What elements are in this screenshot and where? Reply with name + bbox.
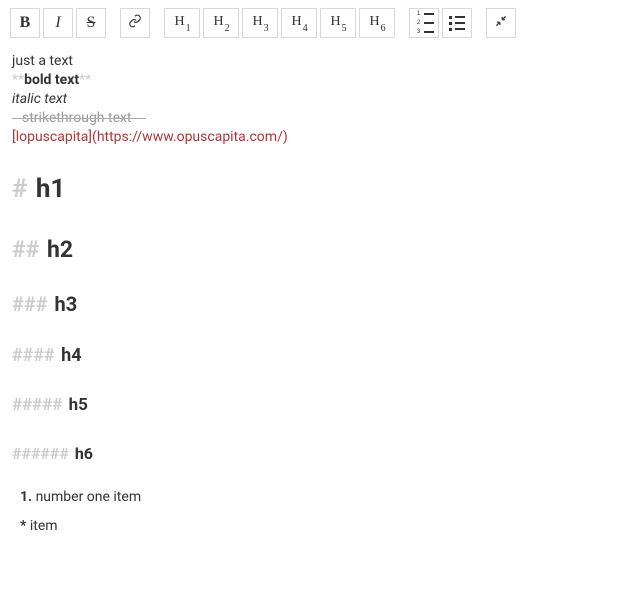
editor-area[interactable]: just a text **bold text** italic text st… — [0, 46, 640, 548]
text-line-italic: italic text — [12, 90, 628, 109]
bold-marker-close: ** — [79, 72, 91, 88]
toolbar-group-view — [486, 8, 516, 38]
toolbar-group-lists: 1 2 3 — [409, 8, 472, 38]
h1-button[interactable]: H1 — [164, 8, 200, 38]
h4-button[interactable]: H4 — [281, 8, 317, 38]
heading-5: ##### h5 — [12, 394, 628, 417]
ol-number: 1. — [20, 489, 32, 505]
toolbar: B I S H1 H2 H3 H4 H5 H6 1 2 3 — [0, 0, 640, 46]
unordered-list-item: * item — [20, 517, 628, 536]
h4-text: h4 — [57, 345, 82, 366]
ul-text: item — [26, 518, 57, 534]
unordered-list-button[interactable] — [442, 8, 472, 38]
h3-hash: ### — [12, 292, 48, 316]
h6-hash: ###### — [12, 444, 69, 463]
heading-1: # h1 — [12, 172, 628, 207]
h5-icon: H5 — [330, 14, 345, 32]
h4-hash: #### — [12, 345, 55, 366]
h6-button[interactable]: H6 — [359, 8, 395, 38]
bold-button[interactable]: B — [10, 8, 40, 38]
h1-icon: H1 — [174, 14, 189, 32]
text-line-link: [lopuscapita](https://www.opuscapita.com… — [12, 128, 628, 147]
bold-icon: B — [20, 14, 31, 32]
h3-button[interactable]: H3 — [242, 8, 278, 38]
italic-button[interactable]: I — [43, 8, 73, 38]
heading-4: #### h4 — [12, 344, 628, 368]
h2-hash: ## — [12, 236, 39, 263]
heading-2: ## h2 — [12, 234, 628, 265]
link-button[interactable] — [120, 8, 150, 38]
h4-icon: H4 — [291, 14, 306, 32]
ol-text: number one item — [32, 489, 141, 505]
text-line-plain: just a text — [12, 52, 628, 71]
bold-marker-open: ** — [12, 72, 24, 88]
h6-text: h6 — [71, 444, 93, 463]
toolbar-group-link — [120, 8, 150, 38]
italic-icon: I — [55, 14, 60, 32]
h5-hash: ##### — [12, 395, 62, 415]
h6-icon: H6 — [369, 14, 384, 32]
h5-text: h5 — [64, 395, 88, 415]
h2-icon: H2 — [213, 14, 228, 32]
strike-button[interactable]: S — [76, 8, 106, 38]
h3-text: h3 — [50, 292, 78, 316]
strike-text: strikethrough text — [22, 109, 132, 128]
ordered-list-item: 1. number one item — [20, 488, 628, 507]
h2-text: h2 — [41, 236, 73, 263]
collapse-icon — [494, 14, 508, 33]
text-line-bold: **bold text** — [12, 71, 628, 90]
collapse-button[interactable] — [486, 8, 516, 38]
heading-6: ###### h6 — [12, 443, 628, 465]
text-line-strike: strikethrough text — [12, 109, 628, 128]
ordered-list-button[interactable]: 1 2 3 — [409, 8, 439, 38]
heading-3: ### h3 — [12, 291, 628, 318]
bold-text: bold text — [24, 72, 79, 88]
h1-text: h1 — [29, 174, 65, 204]
list-block: 1. number one item * item — [12, 488, 628, 536]
toolbar-group-text: B I S — [10, 8, 106, 38]
link-icon — [128, 14, 142, 33]
strike-icon: S — [87, 14, 96, 32]
unordered-list-icon — [449, 16, 465, 31]
ordered-list-icon: 1 2 3 — [416, 11, 432, 35]
h3-icon: H3 — [252, 14, 267, 32]
h5-button[interactable]: H5 — [320, 8, 356, 38]
h2-button[interactable]: H2 — [203, 8, 239, 38]
toolbar-group-headings: H1 H2 H3 H4 H5 H6 — [164, 8, 395, 38]
h1-hash: # — [12, 174, 27, 204]
